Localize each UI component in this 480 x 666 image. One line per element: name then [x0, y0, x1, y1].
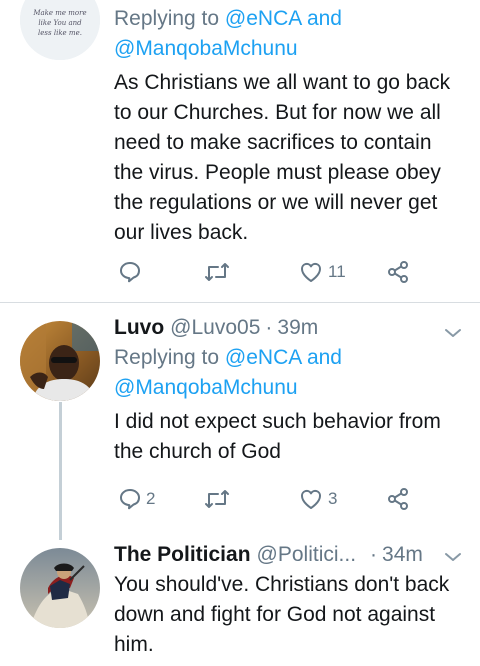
svg-text:less like me.: less like me.: [38, 29, 82, 37]
tweet-actions: 2 3: [114, 486, 424, 512]
tweet-header: The Politician @Politici... · 34m: [114, 540, 466, 570]
avatar-image: Make me more like You and less like me.: [20, 0, 100, 60]
tweet-actions: 11: [114, 259, 424, 285]
replying-to: Replying to @eNCA and @ManqobaMchunu: [114, 4, 466, 64]
svg-text:like You and: like You and: [38, 19, 82, 27]
tweet[interactable]: The Politician @Politici... · 34m You sh…: [0, 530, 480, 666]
retweet-button[interactable]: [204, 259, 234, 285]
display-name[interactable]: The Politician: [114, 540, 251, 570]
separator-dot: ·: [265, 316, 273, 339]
mention-link[interactable]: @ManqobaMchunu: [114, 37, 298, 60]
mention-link[interactable]: @ManqobaMchunu: [114, 376, 298, 399]
mention-link[interactable]: @eNCA: [225, 7, 301, 30]
mention-joiner[interactable]: and: [307, 346, 342, 369]
user-handle[interactable]: @Politici...: [257, 540, 357, 570]
avatar[interactable]: Make me more like You and less like me.: [20, 0, 100, 60]
thread-connector: [59, 402, 62, 540]
timestamp[interactable]: 34m: [382, 540, 423, 570]
mention-joiner[interactable]: and: [307, 7, 342, 30]
share-icon: [388, 261, 408, 283]
user-handle[interactable]: @Luvo05: [170, 313, 260, 343]
reply-button[interactable]: [118, 259, 146, 285]
mention-link[interactable]: @eNCA: [225, 346, 301, 369]
avatar[interactable]: [20, 321, 100, 401]
like-count: 3: [328, 489, 338, 508]
avatar-image: [20, 321, 100, 401]
chevron-down-icon[interactable]: [444, 327, 462, 339]
heart-icon: [301, 489, 321, 509]
display-name[interactable]: Luvo: [114, 313, 164, 343]
share-icon: [388, 488, 408, 510]
reply-icon: [120, 489, 140, 510]
tweet[interactable]: Luvo @Luvo05 · 39m Replying to @eNCA and…: [0, 303, 480, 529]
tweet[interactable]: Make me more like You and less like me. …: [0, 0, 480, 302]
replying-to-label: Replying to: [114, 7, 220, 30]
reply-button[interactable]: 2: [118, 486, 155, 512]
separator-dot: ·: [370, 543, 378, 566]
heart-icon: [301, 262, 321, 282]
like-button[interactable]: 3: [298, 486, 337, 512]
avatar[interactable]: [20, 548, 100, 628]
share-button[interactable]: [386, 486, 410, 512]
retweet-icon: [205, 490, 229, 508]
timestamp[interactable]: 39m: [277, 313, 318, 343]
tweet-header: Luvo @Luvo05 · 39m: [114, 313, 466, 343]
reply-count: 2: [146, 489, 156, 508]
reply-icon: [120, 262, 140, 283]
share-button[interactable]: [386, 259, 410, 285]
replying-to-label: Replying to: [114, 346, 220, 369]
retweet-icon: [205, 263, 229, 281]
replying-to: Replying to @eNCA and @ManqobaMchunu: [114, 343, 466, 403]
tweet-text: I did not expect such behavior from the …: [114, 410, 441, 463]
tweet-text: You should've. Christians don't back dow…: [114, 573, 450, 656]
retweet-button[interactable]: [204, 486, 234, 512]
like-button[interactable]: 11: [298, 259, 346, 285]
svg-text:Make me more: Make me more: [32, 9, 86, 17]
like-count: 11: [328, 262, 346, 281]
chevron-down-icon[interactable]: [444, 551, 462, 563]
avatar-image: [20, 548, 100, 628]
tweet-text: As Christians we all want to go back to …: [114, 71, 451, 244]
